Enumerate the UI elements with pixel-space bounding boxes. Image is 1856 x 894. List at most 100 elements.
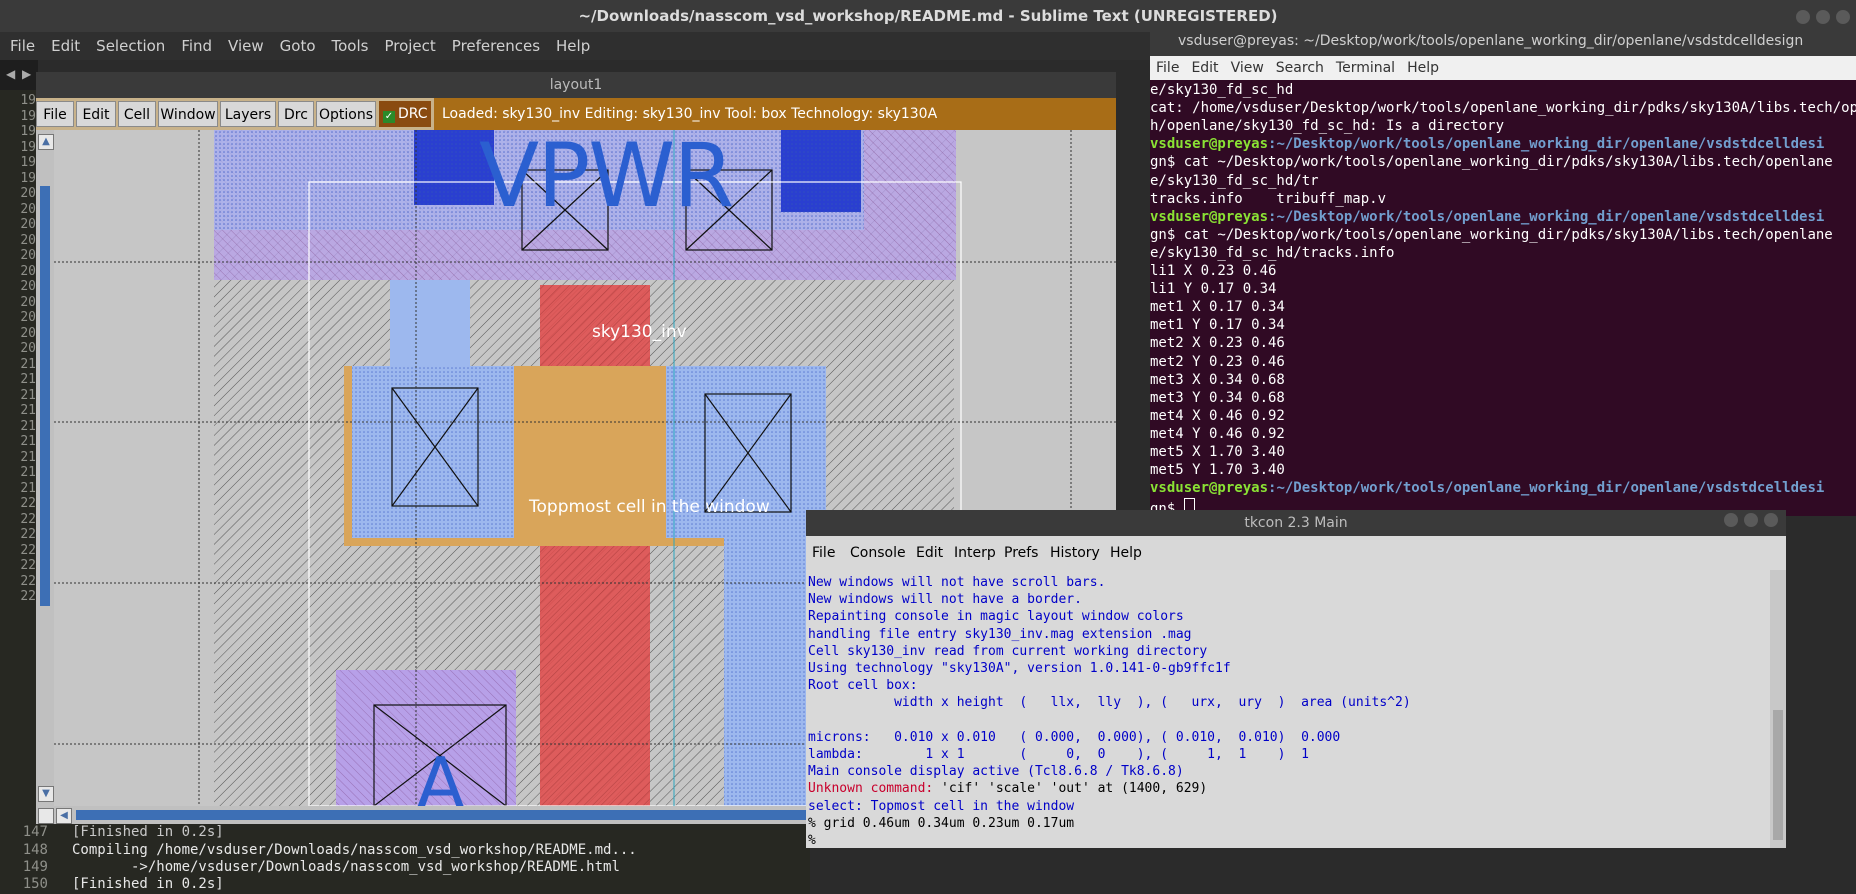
tkcon-menu-help[interactable]: Help [1110,536,1142,570]
terminal-text: gn$ cat ~/Desktop/work/tools/openlane_wo… [1150,154,1833,171]
tkcon-menu-console[interactable]: Console [850,536,906,570]
terminal-text: h/openlane/sky130_fd_sc_hd: Is a directo… [1150,118,1505,135]
close-icon[interactable] [1764,513,1778,527]
drc-label: DRC [398,106,428,122]
tkcon-menu-history[interactable]: History [1050,536,1100,570]
scroll-up-icon[interactable]: ▲ [38,134,54,150]
terminal-line: li1 Y 0.17 0.34 [1150,281,1856,297]
tab-right-icon[interactable]: ▶ [22,67,31,81]
maximize-icon[interactable] [1744,513,1758,527]
build-line: [Finished in 0.2s] [72,876,224,892]
magic-menu-cell[interactable]: Cell [118,101,156,127]
terminal-line: met4 Y 0.46 0.92 [1150,426,1856,442]
build-line: ->/home/vsduser/Downloads/nasscom_vsd_wo… [72,859,620,875]
terminal-line: met3 Y 0.34 0.68 [1150,390,1856,406]
gutter-line-number: 21 [20,480,36,496]
tkcon-scroll-thumb[interactable] [1773,710,1783,840]
menu-edit[interactable]: Edit [51,37,80,55]
menu-file[interactable]: File [10,37,35,55]
magic-menu-options[interactable]: Options [316,101,376,127]
gutter-line-number: 20 [20,201,36,217]
vpwr-label: VPWR [479,130,734,227]
minimize-icon[interactable] [1796,10,1810,24]
terminal-menu-search[interactable]: Search [1276,60,1324,76]
gutter-line-number: 20 [20,325,36,341]
build-line-number: 148 [22,842,48,858]
terminal-text: met3 Y 0.34 0.68 [1150,389,1285,406]
build-line-number: 147 [22,824,48,840]
magic-vertical-scrollbar[interactable]: ▲ ▼ [36,130,54,806]
menu-help[interactable]: Help [556,37,590,55]
error-label: Unknown command: [808,781,934,797]
terminal-menu-terminal[interactable]: Terminal [1336,60,1395,76]
minimize-icon[interactable] [1724,513,1738,527]
terminal-menu-file[interactable]: File [1156,60,1179,76]
gutter-line-number: 20 [20,310,36,325]
drc-toggle[interactable]: ✓ DRC [379,101,431,127]
cell-name-label: sky130_inv [592,322,687,342]
tkcon-scrollbar[interactable] [1770,570,1786,848]
terminal-menu-view[interactable]: View [1231,60,1264,76]
scroll-down-icon[interactable]: ▼ [38,786,54,802]
build-line: [Finished in 0.2s] [72,824,224,840]
maximize-icon[interactable] [1816,10,1830,24]
tkcon-text: Main console display active (Tcl8.6.8 / … [808,764,1184,780]
terminal-text: met5 Y 1.70 3.40 [1150,462,1285,479]
menu-find[interactable]: Find [181,37,212,55]
terminal-line: vsduser@preyas:~/Desktop/work/tools/open… [1150,209,1856,225]
magic-menu-file[interactable]: File [36,101,74,127]
tkcon-line: lambda: 1 x 1 ( 0, 0 ), ( 1, 1 ) 1 [808,747,1309,762]
scroll-left-icon[interactable]: ◀ [56,808,72,824]
tkcon-text: Cell sky130_inv read from current workin… [808,643,1208,659]
magic-menu-edit[interactable]: Edit [76,101,116,127]
tkcon-text: % grid 0.46um 0.34um 0.23um 0.17um [808,815,1075,831]
tkcon-line: Main console display active (Tcl8.6.8 / … [808,764,1184,779]
gutter-line-number: 20 [20,232,36,248]
gutter-line-number: 19 [20,170,36,186]
sublime-tab-arrows[interactable]: ◀ ▶ [0,60,38,90]
checkbox-icon[interactable]: ✓ [383,111,395,123]
magic-menu-drc[interactable]: Drc [278,101,314,127]
terminal-text: met4 X 0.46 0.92 [1150,407,1285,424]
magic-menu-window[interactable]: Window [158,101,218,127]
tkcon-menu-file[interactable]: File [812,536,835,570]
gutter-line-number: 22 [20,542,36,558]
sublime-window-title: ~/Downloads/nasscom_vsd_workshop/README.… [578,7,1278,25]
zoom-box-icon[interactable] [38,808,54,824]
menu-selection[interactable]: Selection [96,37,165,55]
gutter-line-number: 21 [20,449,36,465]
tkcon-text: lambda: 1 x 1 ( 0, 0 ), ( 1, 1 ) 1 [808,747,1309,762]
magic-menu-layers[interactable]: Layers [220,101,276,127]
menu-view[interactable]: View [228,37,264,55]
close-icon[interactable] [1836,10,1850,24]
terminal-line: tracks.info tribuff_map.v [1150,191,1856,207]
menu-project[interactable]: Project [384,37,435,55]
tkcon-window-controls[interactable] [1718,510,1778,536]
tab-left-icon[interactable]: ◀ [6,67,15,81]
tkcon-line: % [808,833,816,848]
build-line: Compiling /home/vsduser/Downloads/nassco… [72,842,637,858]
menu-tools[interactable]: Tools [332,37,369,55]
terminal-text: met5 X 1.70 3.40 [1150,444,1285,460]
terminal-text: li1 X 0.23 0.46 [1150,263,1277,279]
terminal-menu-edit[interactable]: Edit [1191,60,1218,76]
terminal-line: e/sky130_fd_sc_hd/tr [1150,173,1856,189]
menu-goto[interactable]: Goto [280,37,316,55]
terminal-line: met1 Y 0.17 0.34 [1150,317,1856,333]
tkcon-menu-interp[interactable]: Interp [954,536,996,570]
terminal-line: e/sky130_fd_sc_hd/tracks.info [1150,245,1856,261]
build-line-number: 149 [22,859,48,875]
gutter-line-number: 20 [20,248,36,263]
terminal-line: met5 X 1.70 3.40 [1150,444,1856,460]
menu-preferences[interactable]: Preferences [452,37,540,55]
magic-status-bar: Loaded: sky130_inv Editing: sky130_inv T… [434,98,1116,130]
terminal-line: h/openlane/sky130_fd_sc_hd: Is a directo… [1150,118,1856,134]
terminal-line: met4 X 0.46 0.92 [1150,408,1856,424]
scroll-thumb[interactable] [40,186,50,606]
terminal-text: met2 Y 0.23 0.46 [1150,353,1285,370]
terminal-text: met3 X 0.34 0.68 [1150,371,1285,388]
terminal-menu-help[interactable]: Help [1407,60,1439,76]
tkcon-menu-prefs[interactable]: Prefs [1004,536,1038,570]
tkcon-menu-edit[interactable]: Edit [916,536,943,570]
terminal-line: met3 X 0.34 0.68 [1150,372,1856,388]
